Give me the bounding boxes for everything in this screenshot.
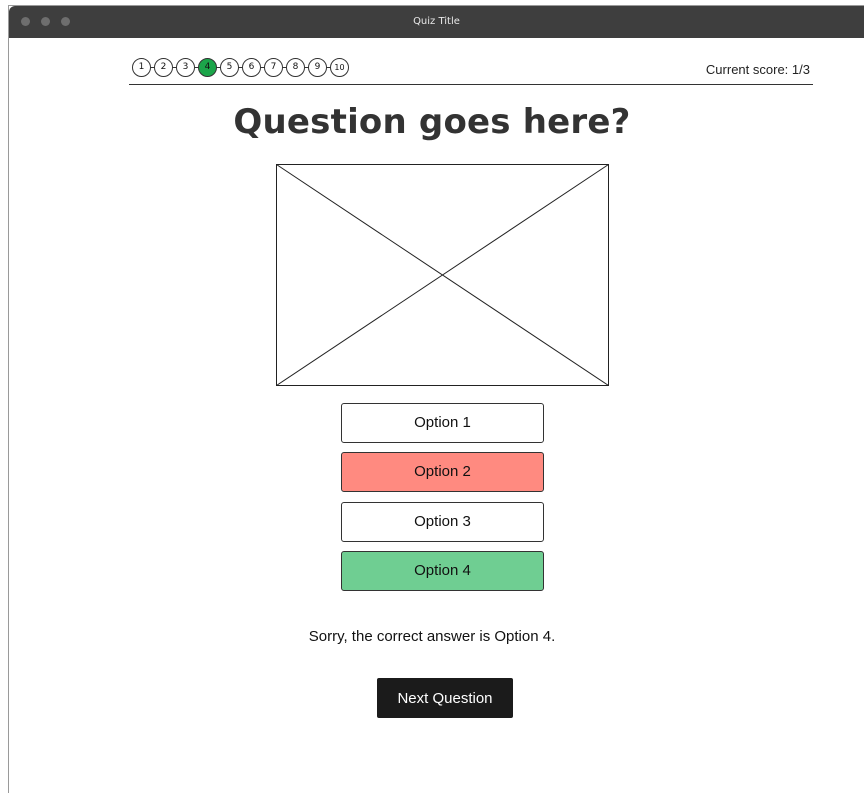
option-2-button[interactable]: Option 2 <box>341 452 544 492</box>
option-4-button[interactable]: Option 4 <box>341 551 544 591</box>
progress-step-1[interactable]: 1 <box>132 58 151 77</box>
image-placeholder <box>276 164 609 386</box>
progress-step-8[interactable]: 8 <box>286 58 305 77</box>
next-question-button[interactable]: Next Question <box>377 678 513 718</box>
score-value: 1/3 <box>791 62 810 77</box>
progress-step-4[interactable]: 4 <box>198 58 217 77</box>
score-label: Current score: <box>705 62 789 77</box>
current-score: Current score: 1/3 <box>706 62 810 77</box>
question-text: Question goes here? <box>233 102 631 142</box>
progress-step-2[interactable]: 2 <box>154 58 173 77</box>
progress-step-3[interactable]: 3 <box>176 58 195 77</box>
window-title: Quiz Title <box>413 16 460 27</box>
header-divider <box>129 84 813 85</box>
progress-step-5[interactable]: 5 <box>220 58 239 77</box>
option-1-button[interactable]: Option 1 <box>341 403 544 443</box>
title-bar: Quiz Title <box>9 6 864 38</box>
option-3-button[interactable]: Option 3 <box>341 502 544 542</box>
progress-step-7[interactable]: 7 <box>264 58 283 77</box>
progress-step-6[interactable]: 6 <box>242 58 261 77</box>
progress-step-9[interactable]: 9 <box>308 58 327 77</box>
progress-step-10[interactable]: 10 <box>330 58 349 77</box>
answer-feedback: Sorry, the correct answer is Option 4. <box>308 628 556 645</box>
